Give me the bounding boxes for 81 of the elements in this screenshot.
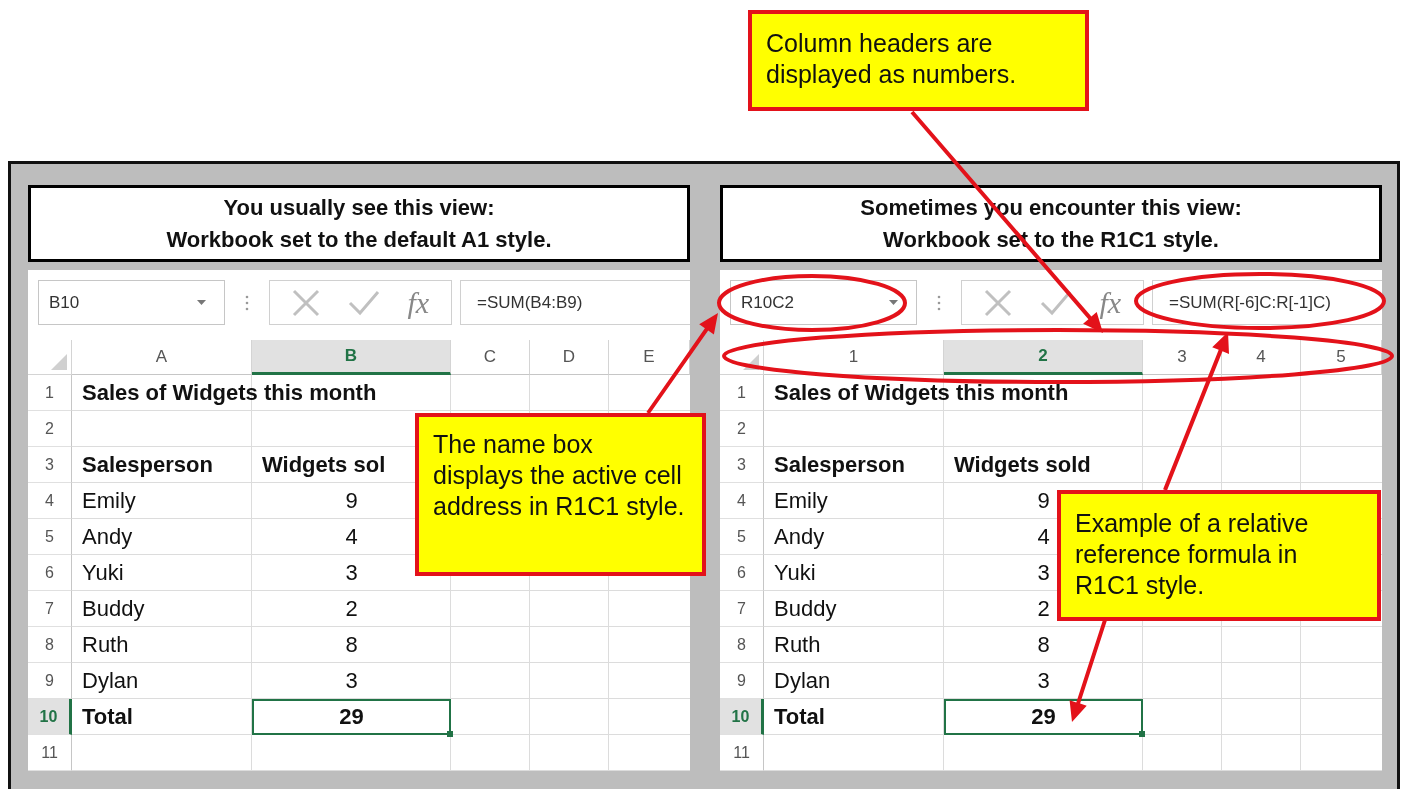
column-header[interactable]: 4 [1222, 340, 1301, 375]
dots-icon [937, 294, 941, 311]
table-cell: Total [774, 704, 825, 730]
row-header[interactable]: 8 [720, 627, 764, 663]
row-header[interactable]: 10 [720, 699, 764, 735]
formula-field[interactable]: =SUM(R[-6]C:R[-1]C) [1152, 280, 1382, 325]
row-header[interactable]: 5 [28, 519, 72, 555]
table-cell: 4 [345, 524, 358, 550]
table-cell: Yuki [82, 560, 124, 586]
table-cell: Sales of Widgets this month [774, 380, 1069, 406]
callout-note: The name box displays the active cell address in R1C1 style. [415, 413, 706, 576]
row-header[interactable]: 1 [720, 375, 764, 411]
cancel-icon[interactable] [983, 288, 1012, 317]
select-all-icon[interactable] [743, 354, 759, 370]
table-cell: 9 [345, 488, 358, 514]
row-header[interactable]: 7 [28, 591, 72, 627]
table-cell: Widgets sold [954, 452, 1091, 478]
insert-function-button[interactable]: fx [1099, 285, 1122, 320]
callout-note: Column headers are displayed as numbers. [748, 10, 1089, 111]
column-header[interactable]: 1 [764, 340, 944, 375]
table-cell: Yuki [774, 560, 816, 586]
table-cell: 8 [1037, 632, 1050, 658]
row-header[interactable]: 11 [28, 735, 72, 771]
table-cell: 3 [1037, 668, 1050, 694]
view-title-line: Workbook set to the default A1 style. [166, 225, 552, 254]
table-cell: 4 [1037, 524, 1050, 550]
view-title-line: You usually see this view: [223, 193, 495, 222]
table-cell: 2 [345, 596, 358, 622]
table-cell: 9 [1037, 488, 1050, 514]
table-cell: Emily [774, 488, 828, 514]
row-header[interactable]: 11 [720, 735, 764, 771]
caret-icon [197, 299, 206, 306]
column-header[interactable]: C [451, 340, 530, 375]
caret-icon [889, 299, 898, 306]
row-header[interactable]: 2 [720, 411, 764, 447]
row-header[interactable]: 8 [28, 627, 72, 663]
row-header[interactable]: 3 [28, 447, 72, 483]
name-box[interactable]: R10C2 [730, 280, 917, 325]
check-icon[interactable] [347, 289, 380, 316]
row-header[interactable]: 7 [720, 591, 764, 627]
table-cell: 3 [345, 560, 358, 586]
row-header[interactable]: 10 [28, 699, 72, 735]
table-cell: Dylan [774, 668, 831, 694]
table-cell: Widgets sol [262, 452, 386, 478]
dots-icon [245, 294, 249, 311]
table-cell: Andy [82, 524, 133, 550]
column-header[interactable]: 2 [944, 340, 1143, 375]
row-header[interactable]: 2 [28, 411, 72, 447]
table-cell: Emily [82, 488, 136, 514]
table-cell: Sales of Widgets this month [82, 380, 377, 406]
table-cell: 2 [1037, 596, 1050, 622]
table-cell: Buddy [774, 596, 837, 622]
table-cell: 8 [345, 632, 358, 658]
table-cell: Ruth [82, 632, 129, 658]
column-header[interactable]: B [252, 340, 451, 375]
row-header[interactable]: 6 [28, 555, 72, 591]
table-cell: Salesperson [82, 452, 213, 478]
row-header[interactable]: 5 [720, 519, 764, 555]
table-cell: Dylan [82, 668, 139, 694]
table-cell: 3 [345, 668, 358, 694]
column-header[interactable]: A [72, 340, 252, 375]
column-header[interactable]: E [609, 340, 690, 375]
column-header[interactable]: D [530, 340, 609, 375]
row-header[interactable]: 4 [720, 483, 764, 519]
insert-function-button[interactable]: fx [407, 285, 430, 320]
table-cell: Buddy [82, 596, 145, 622]
callout-note: Example of a relative reference formula in R1C1 style. [1057, 490, 1381, 621]
row-header[interactable]: 1 [28, 375, 72, 411]
table-cell: Ruth [774, 632, 821, 658]
table-cell: Salesperson [774, 452, 905, 478]
row-header[interactable]: 3 [720, 447, 764, 483]
table-cell: 3 [1037, 560, 1050, 586]
table-cell: 29 [252, 699, 451, 735]
table-cell: Andy [774, 524, 825, 550]
name-box[interactable]: B10 [38, 280, 225, 325]
cancel-icon[interactable] [291, 288, 320, 317]
formula-field[interactable]: =SUM(B4:B9) [460, 280, 690, 325]
table-cell: Total [82, 704, 133, 730]
table-cell: 29 [944, 699, 1143, 735]
row-header[interactable]: 6 [720, 555, 764, 591]
row-header[interactable]: 4 [28, 483, 72, 519]
